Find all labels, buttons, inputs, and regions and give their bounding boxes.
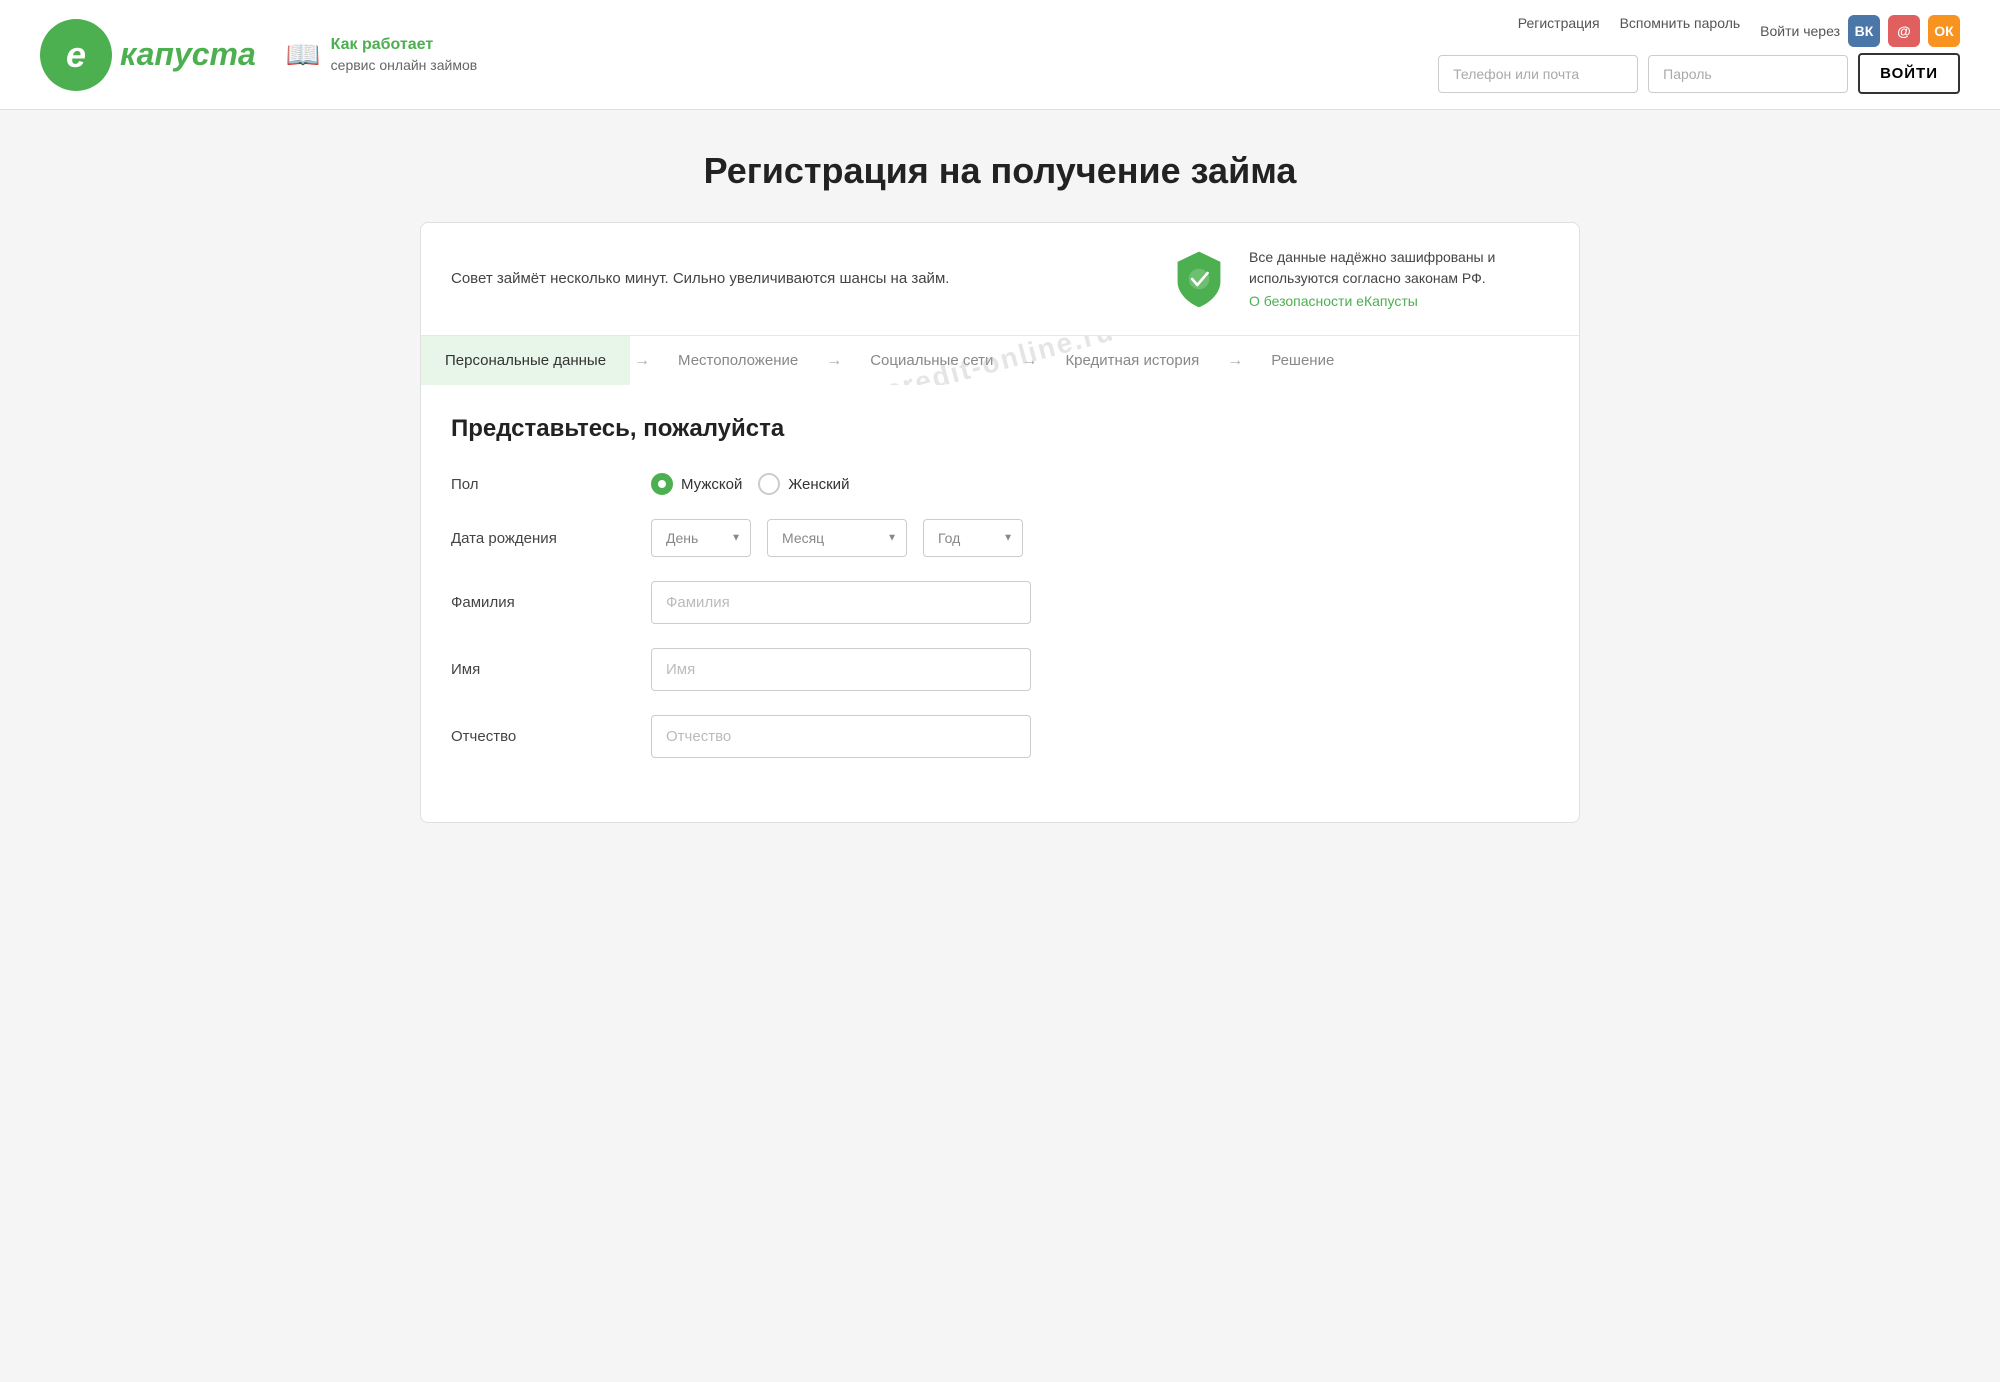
gender-controls: Мужской Женский (651, 473, 1549, 495)
social-login-area: Войти через ВК @ ОК (1760, 15, 1960, 47)
gender-row: Пол Мужской Женский (451, 473, 1549, 495)
logo-icon: e (40, 19, 112, 91)
mail-login-button[interactable]: @ (1888, 15, 1920, 47)
forgot-password-link[interactable]: Вспомнить пароль (1620, 15, 1741, 47)
patronymic-controls (651, 715, 1549, 758)
patronymic-label: Отчество (451, 728, 631, 745)
info-banner-right: Все данные надёжно зашифрованы и использ… (1169, 247, 1549, 311)
gender-male-option[interactable]: Мужской (651, 473, 742, 495)
month-select[interactable]: Месяц (767, 519, 907, 557)
gender-female-label: Женский (788, 476, 849, 493)
steps-tabs: Персональные данные → Местоположение → С… (421, 336, 1579, 385)
security-description: Все данные надёжно зашифрованы и использ… (1249, 247, 1549, 289)
birthdate-row: Дата рождения День Месяц Год (451, 519, 1549, 557)
year-select-wrapper: Год (923, 519, 1023, 557)
patronymic-row: Отчество (451, 715, 1549, 758)
year-select[interactable]: Год (923, 519, 1023, 557)
day-select[interactable]: День (651, 519, 751, 557)
security-link[interactable]: О безопасности еКапусты (1249, 293, 1418, 309)
patronymic-input[interactable] (651, 715, 1031, 758)
logo-text: капуста (120, 36, 256, 73)
gender-male-radio[interactable] (651, 473, 673, 495)
surname-controls (651, 581, 1549, 624)
gender-male-label: Мужской (681, 476, 742, 493)
registration-form: Представьтесь, пожалуйста Пол Мужской Же… (421, 385, 1579, 822)
name-controls (651, 648, 1549, 691)
book-icon: 📖 (286, 38, 321, 71)
main-content: Регистрация на получение займа Совет зай… (400, 110, 1600, 863)
step-tab-social[interactable]: Социальные сети (846, 336, 1017, 385)
birthdate-label: Дата рождения (451, 530, 631, 547)
gender-female-option[interactable]: Женский (758, 473, 849, 495)
form-subtitle: Представьтесь, пожалуйста (451, 415, 1549, 443)
surname-row: Фамилия (451, 581, 1549, 624)
site-header: e капуста 📖 Как работает сервис онлайн з… (0, 0, 2000, 110)
security-text: Все данные надёжно зашифрованы и использ… (1249, 247, 1549, 311)
arrow-2: → (826, 352, 842, 370)
surname-label: Фамилия (451, 594, 631, 611)
step-tab-credit[interactable]: Кредитная история (1041, 336, 1223, 385)
radio-inner-male (658, 480, 666, 488)
gender-female-radio[interactable] (758, 473, 780, 495)
login-inputs: ВОЙТИ (1438, 53, 1960, 94)
step-tab-location[interactable]: Местоположение (654, 336, 822, 385)
gender-label: Пол (451, 476, 631, 493)
how-it-works-text: Как работает сервис онлайн займов (331, 35, 478, 74)
page-title: Регистрация на получение займа (420, 150, 1580, 192)
steps-area: Персональные данные → Местоположение → С… (421, 336, 1579, 385)
info-banner: Совет займёт несколько минут. Сильно уве… (421, 223, 1579, 336)
arrow-1: → (634, 352, 650, 370)
header-left: e капуста 📖 Как работает сервис онлайн з… (40, 19, 477, 91)
info-text-left: Совет займёт несколько минут. Сильно уве… (451, 268, 949, 291)
arrow-3: → (1021, 352, 1037, 370)
header-right: Регистрация Вспомнить пароль Войти через… (1438, 15, 1960, 94)
login-button[interactable]: ВОЙТИ (1858, 53, 1960, 94)
arrow-4: → (1227, 352, 1243, 370)
auth-top-links: Регистрация Вспомнить пароль Войти через… (1518, 15, 1960, 47)
registration-card: Совет займёт несколько минут. Сильно уве… (420, 222, 1580, 823)
vk-login-button[interactable]: ВК (1848, 15, 1880, 47)
how-it-works-link[interactable]: 📖 Как работает сервис онлайн займов (286, 35, 477, 74)
step-tab-decision[interactable]: Решение (1247, 336, 1358, 385)
auth-links-area: Регистрация Вспомнить пароль Войти через… (1438, 15, 1960, 94)
social-login-label: Войти через (1760, 23, 1840, 39)
shield-icon (1169, 249, 1229, 309)
password-input[interactable] (1648, 55, 1848, 93)
name-label: Имя (451, 661, 631, 678)
day-select-wrapper: День (651, 519, 751, 557)
ok-login-button[interactable]: ОК (1928, 15, 1960, 47)
step-tab-personal[interactable]: Персональные данные (421, 336, 630, 385)
surname-input[interactable] (651, 581, 1031, 624)
name-row: Имя (451, 648, 1549, 691)
name-input[interactable] (651, 648, 1031, 691)
phone-email-input[interactable] (1438, 55, 1638, 93)
month-select-wrapper: Месяц (767, 519, 907, 557)
birthdate-controls: День Месяц Год (651, 519, 1549, 557)
register-link[interactable]: Регистрация (1518, 15, 1600, 47)
info-banner-left: Совет займёт несколько минут. Сильно уве… (451, 268, 949, 291)
logo: e капуста (40, 19, 256, 91)
